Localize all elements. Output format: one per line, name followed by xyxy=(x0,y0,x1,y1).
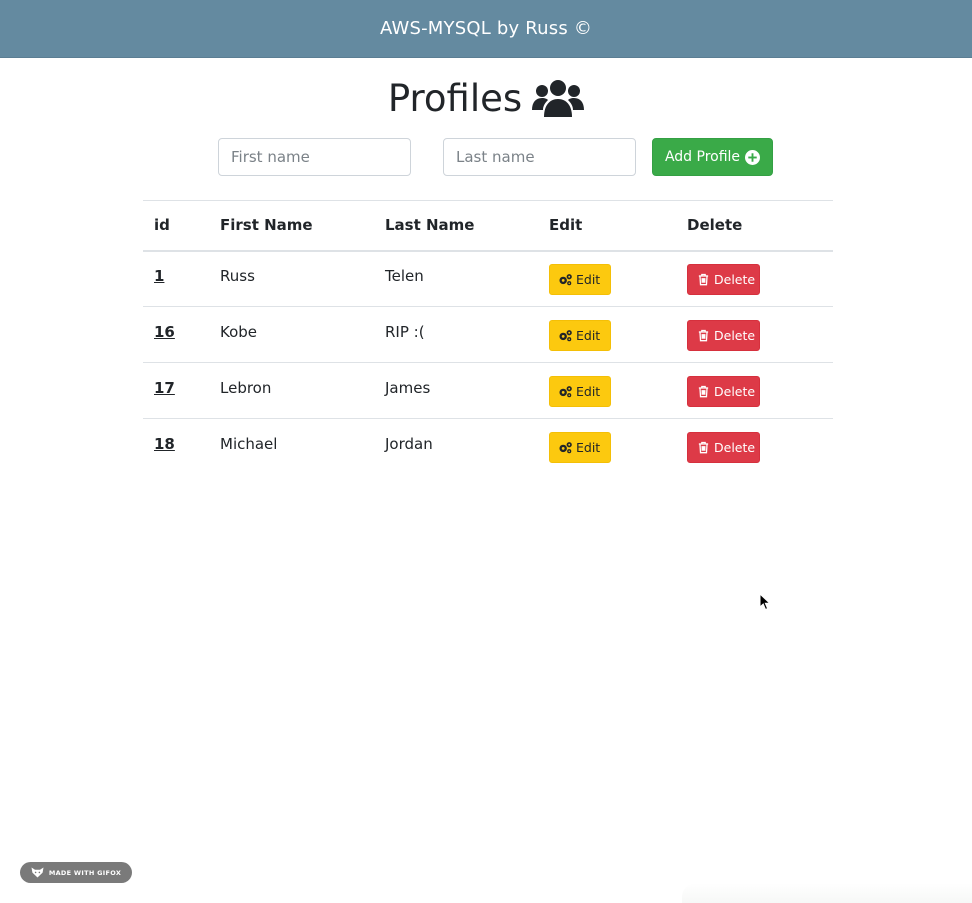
last-name-text: Jordan xyxy=(385,434,433,453)
add-profile-label: Add Profile xyxy=(664,149,741,165)
last-name-text: Telen xyxy=(385,266,424,285)
delete-button[interactable]: Delete xyxy=(687,376,760,407)
last-name-cell: James xyxy=(374,362,538,419)
column-header-last-name: Last Name xyxy=(374,200,538,252)
gifox-badge: MADE WITH GIFOX xyxy=(20,862,132,883)
first-name-cell: Russ xyxy=(209,250,374,307)
page-heading: Profiles xyxy=(0,76,972,122)
delete-cell: Delete xyxy=(676,419,833,475)
profile-id-link[interactable]: 18 xyxy=(154,435,175,453)
delete-button-label: Delete xyxy=(714,384,756,399)
first-name-text: Kobe xyxy=(220,322,258,341)
id-cell: 16 xyxy=(143,306,209,363)
edit-button[interactable]: Edit xyxy=(549,376,611,407)
gifox-badge-label: MADE WITH GIFOX xyxy=(48,868,122,877)
profile-id-link[interactable]: 1 xyxy=(154,267,164,285)
profile-id-link[interactable]: 17 xyxy=(154,379,175,397)
column-header-id: id xyxy=(143,200,209,252)
table-body: 1 Russ Telen Edit Delete 16 Kobe RIP:(… xyxy=(143,250,833,475)
edit-button-label: Edit xyxy=(576,440,601,456)
table-row: 16 Kobe RIP :( Edit Delete xyxy=(143,306,833,363)
top-header: AWS-MYSQL by Russ © xyxy=(0,0,972,58)
gears-icon xyxy=(558,441,573,454)
trash-icon xyxy=(696,273,711,286)
delete-button-label: Delete xyxy=(714,272,756,288)
delete-button[interactable]: Delete xyxy=(687,320,760,351)
last-name-cell: Telen xyxy=(374,250,538,307)
delete-button-label: Delete xyxy=(714,328,756,343)
first-name-cell: Kobe xyxy=(209,306,374,363)
first-name-cell: Michael xyxy=(209,419,374,475)
edit-button-label: Edit xyxy=(576,328,601,343)
profiles-table-wrapper: id First Name Last Name Edit Delete 1 Ru… xyxy=(143,200,833,475)
first-name-input[interactable] xyxy=(218,138,411,176)
last-name-input[interactable] xyxy=(443,138,636,176)
last-name-cell: Jordan xyxy=(374,419,538,475)
column-header-edit: Edit xyxy=(538,200,676,252)
corner-shadow xyxy=(682,883,972,903)
edit-button[interactable]: Edit xyxy=(549,432,611,464)
plus-circle-icon xyxy=(745,149,761,165)
profile-id-link[interactable]: 16 xyxy=(154,323,175,341)
delete-cell: Delete xyxy=(676,250,833,307)
fox-icon xyxy=(31,867,44,878)
table-row: 1 Russ Telen Edit Delete xyxy=(143,250,833,307)
edit-cell: Edit xyxy=(538,419,676,475)
edit-button-label: Edit xyxy=(576,272,601,288)
table-row: 17 Lebron James Edit Delete xyxy=(143,362,833,419)
edit-cell: Edit xyxy=(538,306,676,363)
trash-icon xyxy=(696,385,711,398)
edit-cell: Edit xyxy=(538,362,676,419)
add-profile-button[interactable]: Add Profile xyxy=(652,138,773,176)
id-cell: 1 xyxy=(143,250,209,307)
table-header: id First Name Last Name Edit Delete xyxy=(143,200,833,252)
edit-cell: Edit xyxy=(538,250,676,307)
trash-icon xyxy=(696,441,711,454)
first-name-text: Lebron xyxy=(220,378,272,397)
gears-icon xyxy=(558,385,573,398)
last-name-text: RIP :( xyxy=(385,322,425,341)
gears-icon xyxy=(558,273,573,286)
users-icon xyxy=(532,79,585,119)
delete-button[interactable]: Delete xyxy=(687,264,760,296)
delete-button-label: Delete xyxy=(714,440,756,456)
table-header-row: id First Name Last Name Edit Delete xyxy=(143,200,833,252)
last-name-text: James xyxy=(385,378,431,397)
first-name-text: Russ xyxy=(220,266,255,285)
app-title: AWS-MYSQL by Russ © xyxy=(379,18,593,39)
id-cell: 18 xyxy=(143,419,209,475)
mouse-cursor-icon xyxy=(759,593,771,611)
table-row: 18 Michael Jordan Edit Delete xyxy=(143,419,833,475)
delete-cell: Delete xyxy=(676,362,833,419)
edit-button[interactable]: Edit xyxy=(549,320,611,351)
page-title: Profiles xyxy=(387,77,523,120)
delete-button[interactable]: Delete xyxy=(687,432,760,464)
id-cell: 17 xyxy=(143,362,209,419)
gears-icon xyxy=(558,329,573,342)
column-header-first-name: First Name xyxy=(209,200,374,252)
first-name-cell: Lebron xyxy=(209,362,374,419)
profiles-table: id First Name Last Name Edit Delete 1 Ru… xyxy=(143,200,833,475)
edit-button-label: Edit xyxy=(576,384,601,399)
delete-cell: Delete xyxy=(676,306,833,363)
last-name-cell: RIP :( xyxy=(374,306,538,363)
trash-icon xyxy=(696,329,711,342)
first-name-text: Michael xyxy=(220,434,278,453)
edit-button[interactable]: Edit xyxy=(549,264,611,296)
column-header-delete: Delete xyxy=(676,200,833,252)
app-page: AWS-MYSQL by Russ © Profiles Add Profile xyxy=(0,0,972,903)
